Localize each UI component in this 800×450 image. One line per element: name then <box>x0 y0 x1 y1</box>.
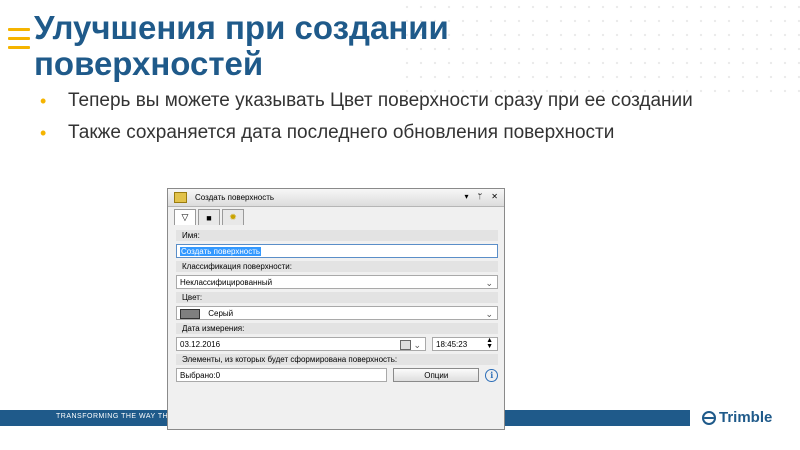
classification-value: Неклассифицированный <box>180 278 273 287</box>
chevron-down-icon[interactable]: ⌄ <box>485 276 493 290</box>
slide-title: Улучшения при создании поверхностей <box>34 10 449 82</box>
panel-content: Имя: Создать поверхность Классификация п… <box>176 227 498 382</box>
filter-triangle-icon[interactable]: ▽ <box>174 209 196 225</box>
panel-title-buttons: ▾ ᛘ ✕ <box>464 192 498 201</box>
selected-count-field: Выбрано:0 <box>176 368 388 382</box>
time-input[interactable]: 18:45:23 ▲ ▼ <box>432 337 498 351</box>
bullet-marker: • <box>40 91 47 111</box>
date-input[interactable]: 03.12.2016 ⌄ <box>176 337 426 351</box>
selected-count-value: Выбрано:0 <box>180 371 221 380</box>
chevron-down-icon[interactable]: ⌄ <box>413 338 421 352</box>
color-value: Серый <box>208 309 234 318</box>
name-input-value: Создать поверхность <box>180 247 262 256</box>
menu-lines-icon <box>8 28 30 55</box>
bullet-marker: • <box>40 123 47 143</box>
classification-select[interactable]: Неклассифицированный ⌄ <box>176 275 498 289</box>
create-surface-panel: Создать поверхность ▾ ᛘ ✕ ▽ ■ ✹ Имя: Соз… <box>167 188 505 430</box>
calendar-icon[interactable] <box>400 340 411 350</box>
color-swatch <box>180 308 200 319</box>
background-dot-grid <box>400 0 800 95</box>
chevron-down-icon[interactable]: ⌄ <box>485 307 493 321</box>
color-select[interactable]: Серый ⌄ <box>176 306 498 320</box>
color-label: Цвет: <box>176 292 498 303</box>
time-value: 18:45:23 <box>436 340 468 349</box>
classification-label: Классификация поверхности: <box>176 261 498 272</box>
surface-panel-icon <box>174 192 187 203</box>
bullet-text: Теперь вы можете указывать Цвет поверхно… <box>68 90 693 111</box>
surface-icon[interactable]: ■ <box>198 209 220 225</box>
close-icon[interactable]: ✕ <box>491 192 498 201</box>
elements-label: Элементы, из которых будет сформирована … <box>176 354 498 365</box>
trimble-globe-icon <box>702 410 716 425</box>
name-label: Имя: <box>176 230 498 241</box>
options-button[interactable]: Опции <box>393 368 480 382</box>
trimble-logo: Trimble <box>702 409 772 426</box>
pin-icon[interactable]: ᛘ <box>477 192 482 201</box>
name-input[interactable]: Создать поверхность <box>176 244 498 258</box>
panel-toolstrip: ▽ ■ ✹ <box>168 207 504 225</box>
gear-icon[interactable]: ✹ <box>222 209 244 225</box>
slide-title-line-1: Улучшения при создании <box>34 9 449 46</box>
bullet-item: • Теперь вы можете указывать Цвет поверхн… <box>40 88 800 114</box>
date-value: 03.12.2016 <box>180 340 221 349</box>
bullet-list: • Теперь вы можете указывать Цвет поверхн… <box>40 88 800 152</box>
slide-title-line-2: поверхностей <box>34 45 264 82</box>
panel-title: Создать поверхность <box>195 193 275 202</box>
bullet-text: Также сохраняется дата последнего обновл… <box>68 122 615 143</box>
bullet-item: • Также сохраняется дата последнего обнов… <box>40 120 800 146</box>
panel-titlebar: Создать поверхность ▾ ᛘ ✕ <box>168 189 504 207</box>
panel-menu-icon[interactable]: ▾ <box>464 192 468 201</box>
date-time-row: 03.12.2016 ⌄ 18:45:23 ▲ ▼ <box>176 337 498 351</box>
time-spinner[interactable]: ▲ ▼ <box>486 337 493 350</box>
date-label: Дата измерения: <box>176 323 498 334</box>
spin-down-icon[interactable]: ▼ <box>486 343 493 350</box>
elements-row: Выбрано:0 Опции i <box>176 368 498 382</box>
trimble-logo-text: Trimble <box>719 409 773 426</box>
info-icon[interactable]: i <box>485 369 498 382</box>
